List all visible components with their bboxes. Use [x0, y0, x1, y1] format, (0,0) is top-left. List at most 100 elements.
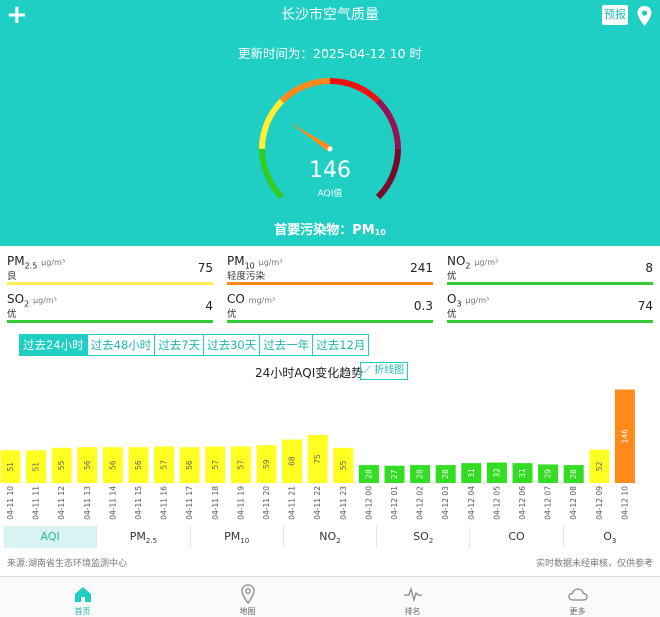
pollutant-tab[interactable]: PM10: [191, 526, 284, 548]
bar-value-label: 28: [364, 469, 373, 479]
range-tab[interactable]: 过去7天: [155, 335, 205, 355]
home-icon: [74, 587, 91, 602]
pollutant-level: 优: [447, 309, 457, 320]
nav-label: 更多: [569, 607, 586, 616]
pollutant-symbol: SO: [7, 292, 25, 306]
map-pin-icon: [240, 584, 255, 604]
nav-item[interactable]: 地图: [165, 577, 330, 617]
gauge-arc-segment: [329, 78, 381, 104]
top-bar: + 长沙市空气质量 预报: [0, 0, 660, 33]
pollutant-subscript: 2: [465, 261, 471, 271]
nav-item[interactable]: 更多: [495, 577, 660, 617]
aqi-hero: 更新时间为：2025-04-12 10 时 146 AQI值 首要污染物：PM1…: [0, 33, 660, 246]
gauge-hub: [327, 146, 333, 152]
pollutant-value: 0.3: [413, 299, 433, 313]
bar-time-label: 04-12 09: [595, 486, 604, 520]
pollutant-level: 轻度污染: [227, 271, 266, 282]
page-title: 长沙市空气质量: [281, 7, 379, 23]
pollutant-tab-sub: 2.5: [145, 537, 158, 546]
bar-value-label: 57: [236, 460, 245, 470]
pollutant-unit: μg/m³: [474, 258, 499, 267]
bar-value-label: 27: [390, 469, 399, 479]
bar-time-label: 04-12 10: [620, 486, 629, 520]
range-tab[interactable]: 过去一年: [260, 335, 314, 355]
bar-value-label: 51: [6, 462, 15, 472]
pollutant-unit: μg/m³: [32, 296, 57, 305]
bar-time-label: 04-11 11: [32, 486, 41, 520]
bar-value-label: 31: [518, 468, 527, 478]
gauge-arc-segment: [375, 148, 402, 200]
bar-time-label: 04-12 07: [544, 486, 553, 520]
location-pin-icon[interactable]: [637, 6, 652, 26]
bar-time-label: 04-11 17: [185, 486, 194, 520]
pollutant-tab[interactable]: NO2: [284, 526, 378, 548]
pollutant-level-bar: [7, 320, 213, 323]
pollutant-tab[interactable]: CO: [470, 526, 564, 548]
pulse-icon: [403, 586, 422, 603]
gauge-arc-segment: [259, 148, 285, 200]
pollutant-symbol: PM: [227, 254, 245, 268]
bar-value-label: 29: [544, 469, 553, 479]
pollutant-tab-sub: 10: [240, 537, 250, 546]
bar-time-label: 04-11 22: [313, 486, 322, 520]
nav-item[interactable]: 排名: [330, 577, 495, 617]
gauge-arc-segment: [259, 98, 285, 149]
pollutant-symbol: CO: [227, 292, 245, 306]
pollutant-tab-label: CO: [508, 530, 525, 543]
bar-value-label: 56: [83, 460, 92, 470]
pollutant-symbol: PM: [7, 254, 25, 268]
bar-value-label: 75: [313, 454, 322, 464]
range-tab[interactable]: 过去12月: [313, 335, 368, 355]
aqi-value: 146: [309, 158, 351, 183]
pollutant-tab[interactable]: SO2: [377, 526, 471, 548]
pollutant-card[interactable]: CO mg/m³ 优 0.3: [227, 292, 433, 324]
pollutant-tab-label: AQI: [40, 530, 60, 543]
pollutant-card[interactable]: PM10 μg/m³ 轻度污染 241: [227, 254, 433, 286]
pollutant-value: 4: [205, 299, 213, 313]
pollutant-tab-label: SO: [413, 530, 429, 543]
bar-value-label: 51: [32, 462, 41, 472]
bar-time-label: 04-11 16: [160, 486, 169, 520]
bar-time-label: 04-11 23: [339, 486, 348, 520]
pollutant-tab[interactable]: PM2.5: [97, 526, 191, 548]
pollutant-card[interactable]: NO2 μg/m³ 优 8: [447, 254, 653, 286]
pollutant-value: 74: [637, 299, 653, 313]
bar-time-label: 04-12 06: [518, 486, 527, 520]
range-tab[interactable]: 过去24小时: [20, 335, 88, 355]
bar-value-label: 68: [288, 456, 297, 466]
pollutant-level-bar: [227, 282, 433, 285]
range-tab[interactable]: 过去30天: [204, 335, 261, 355]
line-chart-label: 折线图: [374, 365, 405, 376]
pollutant-tab[interactable]: AQI: [4, 526, 98, 548]
bar-time-label: 04-12 03: [441, 486, 450, 520]
bar-value-label: 52: [595, 461, 604, 471]
pollutant-tab-label: O: [603, 530, 612, 543]
nav-label: 地图: [239, 607, 256, 616]
bottom-nav: 首页 地图 排名 更多: [0, 576, 660, 617]
pollutant-tab[interactable]: O3: [564, 526, 656, 548]
range-tab[interactable]: 过去48小时: [88, 335, 156, 355]
bar-time-label: 04-12 04: [467, 486, 476, 520]
aqi-bar-chart: 51 04-11 10 51 04-11 11 55 04-11 12 56 04-11 13…: [0, 389, 635, 520]
bar-time-label: 04-12 08: [569, 486, 578, 520]
pollutant-symbol: NO: [447, 254, 466, 268]
aqi-gauge: [259, 78, 402, 200]
pollutant-value: 241: [410, 261, 433, 275]
pollutant-unit: μg/m³: [41, 258, 66, 267]
pollutant-card[interactable]: SO2 μg/m³ 优 4: [7, 292, 213, 324]
gauge-arc-segment: [279, 78, 331, 104]
line-chart-toggle[interactable]: ⟋ 折线图: [360, 362, 409, 380]
nav-item[interactable]: 首页: [0, 577, 165, 617]
pollutant-card[interactable]: PM2.5 μg/m³ 良 75: [7, 254, 213, 286]
bar-value-label: 56: [108, 460, 117, 470]
bar-time-label: 04-12 02: [416, 486, 425, 520]
pollutant-level: 优: [227, 309, 237, 320]
bar-value-label: 56: [134, 460, 143, 470]
forecast-button[interactable]: 预报: [602, 5, 628, 25]
bar-value-label: 55: [339, 460, 348, 470]
pollutant-card[interactable]: O3 μg/m³ 优 74: [447, 292, 653, 324]
bar-time-label: 04-11 12: [57, 486, 66, 520]
bar-time-label: 04-11 18: [211, 486, 220, 520]
pollutant-tab-sub: 2: [336, 537, 341, 546]
primary-pollutant-sub: 10: [374, 228, 386, 237]
